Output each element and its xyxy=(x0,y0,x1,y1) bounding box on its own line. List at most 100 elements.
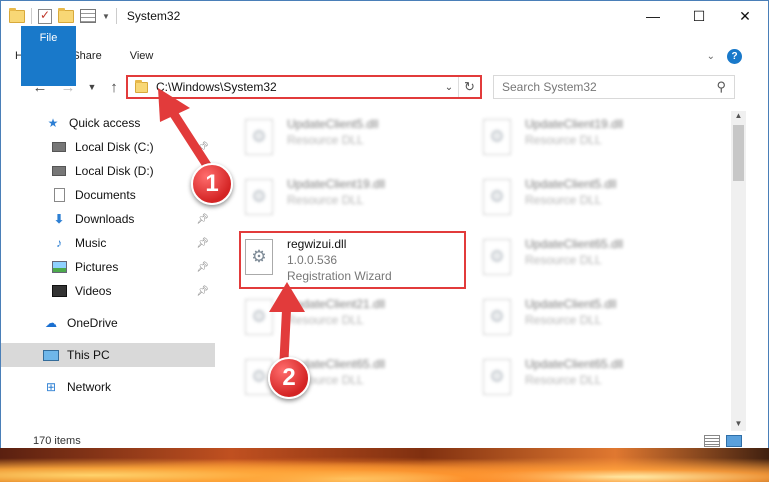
sidebar-item-pictures[interactable]: Pictures 📌︎ xyxy=(51,255,215,279)
list-item[interactable]: ⚙ UpdateClient65.dll Resource DLL xyxy=(217,351,437,411)
pin-icon[interactable]: 📌︎ xyxy=(196,214,209,225)
maximize-button[interactable]: ☐ xyxy=(676,1,722,31)
tab-view[interactable]: View xyxy=(116,44,168,68)
list-item[interactable]: ⚙ UpdateClient5.dll Resource DLL xyxy=(455,171,675,231)
item-count: 170 items xyxy=(33,435,81,447)
sidebar-item-label: Local Disk (C:) xyxy=(75,140,154,154)
list-item[interactable]: ⚙ UpdateClient65.dll Resource DLL xyxy=(455,351,675,411)
list-item[interactable]: ⚙ UpdateClient5.dll Resource DLL xyxy=(217,111,437,171)
sidebar-item-downloads[interactable]: ⬇ Downloads 📌︎ xyxy=(51,207,215,231)
list-item[interactable]: ⚙ UpdateClient5.dll Resource DLL xyxy=(455,291,675,351)
file-name: UpdateClient65.dll xyxy=(525,237,624,251)
sidebar-item-network[interactable]: ⊞ Network xyxy=(43,375,215,399)
help-icon[interactable]: ? xyxy=(727,48,742,64)
address-bar[interactable]: C:\Windows\System32 ⌄ ↻ xyxy=(126,75,482,99)
sidebar-item-label: Network xyxy=(67,380,112,394)
sidebar-item-label: OneDrive xyxy=(67,316,118,330)
desktop-wallpaper xyxy=(0,448,769,482)
sidebar-item-this-pc[interactable]: This PC xyxy=(1,343,215,367)
sidebar-item-label: Local Disk (D:) xyxy=(75,164,154,178)
details-view-icon[interactable] xyxy=(704,435,720,447)
cloud-icon: ☁ xyxy=(45,316,57,330)
search-placeholder: Search System32 xyxy=(502,80,597,94)
refresh-icon[interactable]: ↻ xyxy=(458,77,480,97)
file-type: Resource DLL xyxy=(287,313,364,327)
sidebar-item-onedrive[interactable]: ☁ OneDrive xyxy=(43,311,215,335)
dll-file-icon: ⚙ xyxy=(245,119,273,155)
sidebar-item-label: This PC xyxy=(67,348,110,362)
view-options-icon[interactable] xyxy=(80,9,96,23)
quick-access-toolbar: ▼ xyxy=(1,7,117,24)
search-box[interactable]: Search System32 ⚲ xyxy=(493,75,735,99)
drive-icon xyxy=(51,164,67,178)
sidebar-item-music[interactable]: ♪ Music 📌︎ xyxy=(51,231,215,255)
dll-file-icon: ⚙ xyxy=(245,299,273,335)
sidebar-item-label: Quick access xyxy=(69,116,141,130)
scroll-thumb[interactable] xyxy=(733,125,744,181)
network-icon: ⊞ xyxy=(45,380,57,394)
list-item[interactable]: ⚙ UpdateClient65.dll Resource DLL xyxy=(455,231,675,291)
new-folder-icon[interactable] xyxy=(58,7,74,23)
file-type: Resource DLL xyxy=(525,193,602,207)
view-switcher xyxy=(704,435,742,447)
expand-ribbon-icon[interactable]: ⌄ xyxy=(707,51,715,62)
close-button[interactable]: ✕ xyxy=(722,1,768,31)
chevron-down-icon[interactable]: ▼ xyxy=(102,12,110,21)
minimize-button[interactable]: — xyxy=(630,1,676,31)
callout-marker-1: 1 xyxy=(191,163,233,205)
file-type: Resource DLL xyxy=(287,133,364,147)
back-arrow-icon[interactable]: ← xyxy=(29,79,51,96)
dll-file-icon: ⚙ xyxy=(483,299,511,335)
folder-icon xyxy=(135,79,148,93)
toolbar-divider xyxy=(31,8,32,24)
dll-file-icon: ⚙ xyxy=(483,239,511,275)
recent-locations-icon[interactable]: ▼ xyxy=(85,82,99,92)
file-name: UpdateClient65.dll xyxy=(525,357,624,371)
properties-icon[interactable] xyxy=(38,8,52,24)
file-name: UpdateClient5.dll xyxy=(287,117,379,131)
window-controls: — ☐ ✕ xyxy=(630,1,768,31)
file-type: Resource DLL xyxy=(525,373,602,387)
sidebar-item-label: Music xyxy=(75,236,107,250)
forward-arrow-icon[interactable]: → xyxy=(57,79,79,96)
star-icon: ★ xyxy=(47,116,59,130)
highlight-box xyxy=(239,231,466,289)
download-icon: ⬇ xyxy=(53,212,65,226)
file-name: UpdateClient19.dll xyxy=(287,177,386,191)
chevron-down-icon[interactable]: ⌄ xyxy=(440,82,458,93)
tiles-view-icon[interactable] xyxy=(726,435,742,447)
sidebar-item-quick-access[interactable]: ★ Quick access xyxy=(45,111,215,135)
file-name: UpdateClient21.dll xyxy=(287,297,386,311)
computer-icon xyxy=(43,348,59,362)
vertical-scrollbar[interactable]: ▲ ▼ xyxy=(731,111,746,431)
file-name: UpdateClient19.dll xyxy=(525,117,624,131)
search-icon[interactable]: ⚲ xyxy=(716,79,726,95)
dll-file-icon: ⚙ xyxy=(483,119,511,155)
up-arrow-icon[interactable]: ↑ xyxy=(103,79,125,96)
file-name: UpdateClient5.dll xyxy=(525,177,617,191)
file-name: UpdateClient5.dll xyxy=(525,297,617,311)
list-item[interactable]: ⚙ UpdateClient19.dll Resource DLL xyxy=(217,171,437,231)
window-title: System32 xyxy=(126,9,181,23)
dll-file-icon: ⚙ xyxy=(245,179,273,215)
file-type: Resource DLL xyxy=(525,133,602,147)
sidebar-item-label: Downloads xyxy=(75,212,135,226)
video-icon xyxy=(51,284,67,298)
pin-icon[interactable]: 📌︎ xyxy=(196,262,209,273)
file-explorer-window: ▼ System32 — ☐ ✕ File Home Share View ⌄ … xyxy=(0,0,769,455)
navigation-row: ← → ▼ ↑ C:\Windows\System32 ⌄ ↻ Search S… xyxy=(1,71,768,103)
pin-icon[interactable]: 📌︎ xyxy=(196,142,209,153)
drive-icon xyxy=(51,140,67,154)
scroll-up-icon[interactable]: ▲ xyxy=(731,111,746,123)
folder-icon[interactable] xyxy=(9,7,25,23)
title-bar: ▼ System32 — ☐ ✕ xyxy=(1,1,768,31)
pin-icon[interactable]: 📌︎ xyxy=(196,238,209,249)
sidebar-item-videos[interactable]: Videos 📌︎ xyxy=(51,279,215,303)
sidebar-item-local-disk-c[interactable]: Local Disk (C:) 📌︎ xyxy=(51,135,215,159)
dll-file-icon: ⚙ xyxy=(483,179,511,215)
document-icon xyxy=(51,188,67,202)
address-path[interactable]: C:\Windows\System32 xyxy=(156,80,440,94)
pin-icon[interactable]: 📌︎ xyxy=(196,286,209,297)
list-item[interactable]: ⚙ UpdateClient19.dll Resource DLL xyxy=(455,111,675,171)
list-item[interactable]: ⚙ UpdateClient21.dll Resource DLL xyxy=(217,291,437,351)
